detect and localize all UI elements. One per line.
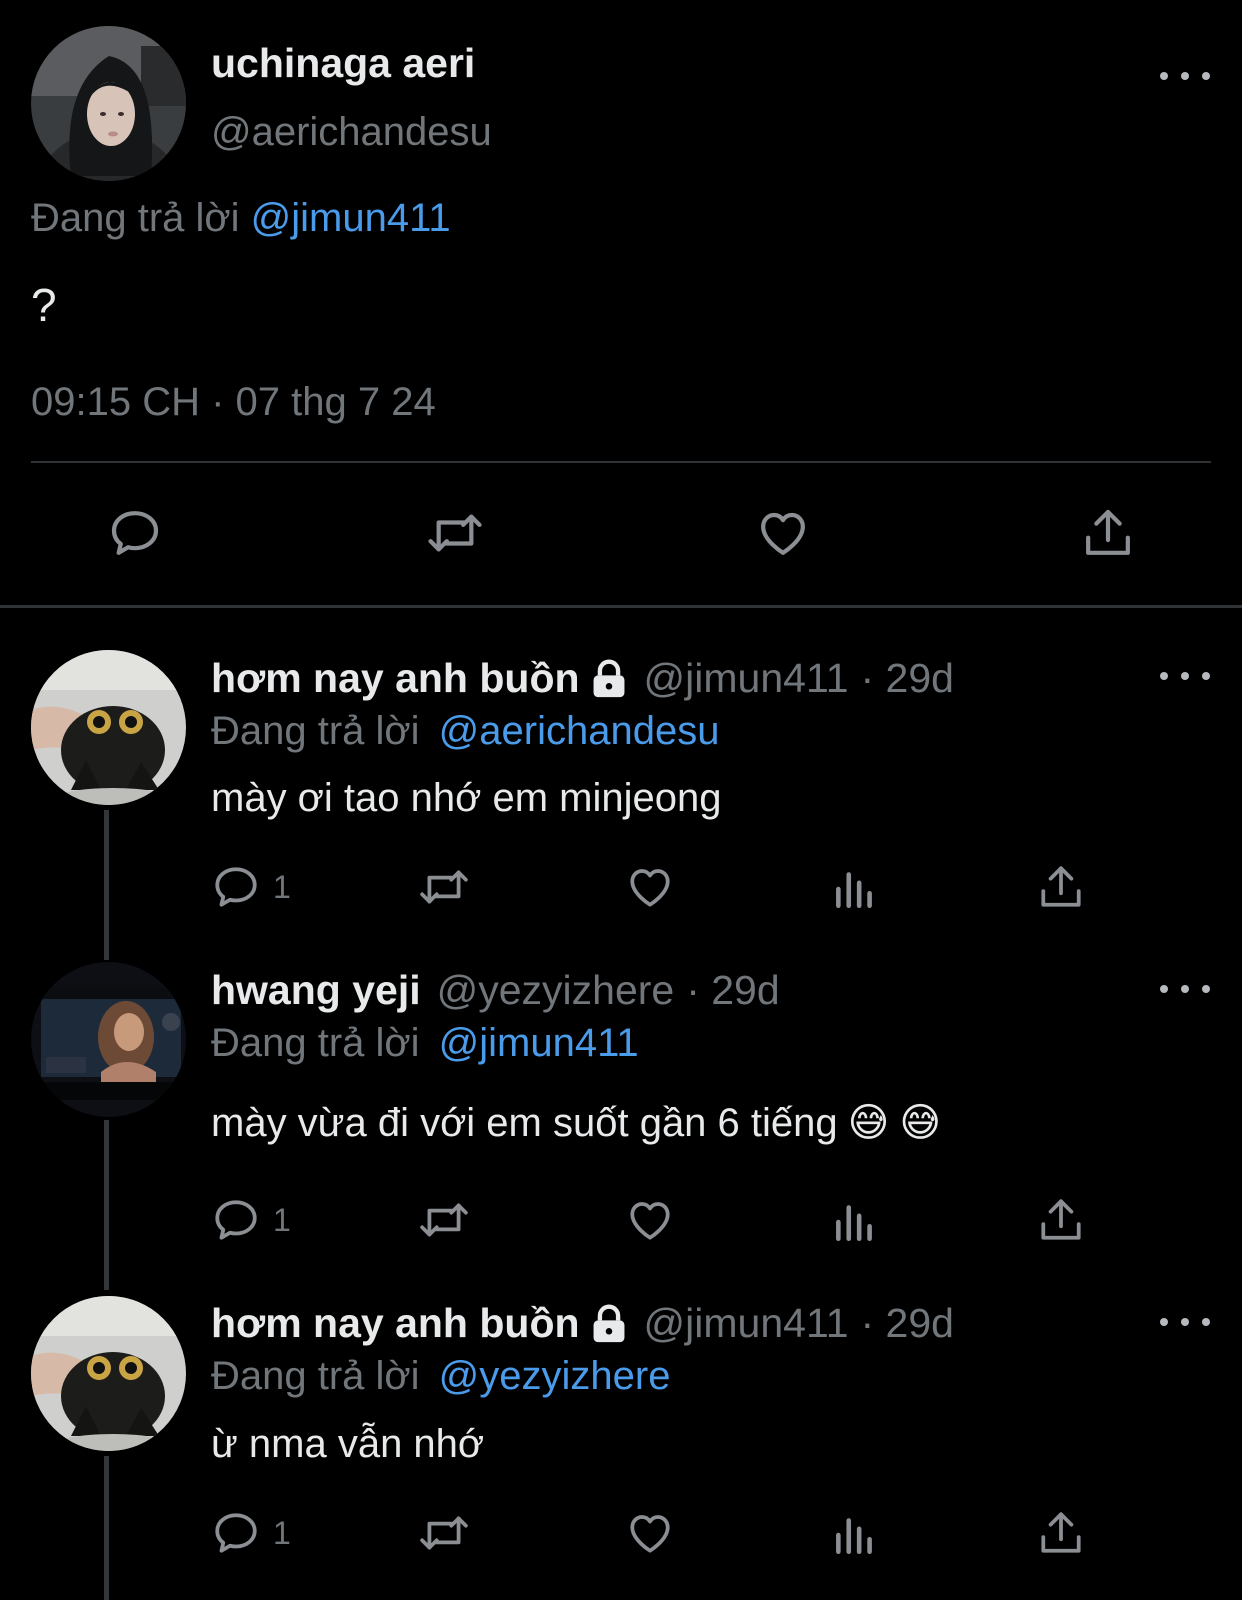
reply-icon[interactable]: 1 bbox=[211, 1508, 291, 1558]
share-icon[interactable] bbox=[1036, 1195, 1086, 1245]
share-icon[interactable] bbox=[1080, 505, 1136, 561]
avatar-reply-author[interactable] bbox=[31, 962, 186, 1117]
replying-to-line: Đang trả lời @yezyizhere bbox=[211, 1354, 670, 1399]
replying-prefix: Đang trả lời bbox=[211, 709, 420, 753]
reply-icon[interactable]: 1 bbox=[211, 1195, 291, 1245]
avatar-reply-author[interactable] bbox=[31, 650, 186, 805]
retweet-icon[interactable] bbox=[416, 1508, 472, 1558]
replying-to-line: Đang trả lời @jimun411 bbox=[31, 196, 451, 241]
author-display-name[interactable]: uchinaga aeri bbox=[211, 40, 475, 87]
author-handle[interactable]: @aerichandesu bbox=[211, 110, 492, 155]
reply-text: mày vừa đi với em suốt gần 6 tiếng bbox=[211, 1100, 838, 1145]
lock-icon bbox=[590, 1304, 628, 1344]
replying-to-mention[interactable]: @jimun411 bbox=[251, 196, 451, 240]
avatar-main-author[interactable] bbox=[31, 26, 186, 181]
like-icon[interactable] bbox=[625, 862, 675, 912]
avatar-reply-author[interactable] bbox=[31, 1296, 186, 1451]
reply-text-line: mày vừa đi với em suốt gần 6 tiếng 😅 😅 bbox=[211, 1100, 941, 1146]
sweat-smile-emoji-icon: 😅 bbox=[847, 1101, 890, 1145]
reply-display-name[interactable]: hwang yeji bbox=[211, 967, 421, 1014]
replying-prefix: Đang trả lời bbox=[211, 1021, 420, 1065]
replying-prefix: Đang trả lời bbox=[211, 1354, 420, 1398]
reply-display-name[interactable]: hơm nay anh buồn bbox=[211, 1300, 580, 1347]
thread-line bbox=[104, 810, 109, 960]
lock-icon bbox=[590, 659, 628, 699]
thread-line bbox=[104, 1120, 109, 1290]
replying-prefix: Đang trả lời bbox=[31, 196, 240, 240]
share-icon[interactable] bbox=[1036, 862, 1086, 912]
views-icon[interactable] bbox=[830, 862, 880, 912]
reply-header: hwang yeji @yezyizhere · 29d bbox=[211, 967, 780, 1014]
more-options-icon[interactable] bbox=[1160, 1310, 1210, 1334]
retweet-icon[interactable] bbox=[416, 1195, 472, 1245]
reply-count: 1 bbox=[273, 868, 291, 905]
divider bbox=[31, 461, 1211, 463]
tweet-timestamp[interactable]: 09:15 CH · 07 thg 7 24 bbox=[31, 380, 436, 425]
reply-count: 1 bbox=[273, 1201, 291, 1238]
views-icon[interactable] bbox=[830, 1195, 880, 1245]
more-options-icon[interactable] bbox=[1160, 664, 1210, 688]
tweet-text: ? bbox=[31, 279, 57, 331]
more-options-icon[interactable] bbox=[1160, 977, 1210, 1001]
like-icon[interactable] bbox=[625, 1195, 675, 1245]
retweet-icon[interactable] bbox=[424, 505, 486, 561]
replying-to-mention[interactable]: @jimun411 bbox=[439, 1021, 639, 1065]
reply-handle[interactable]: @jimun411 bbox=[644, 655, 849, 702]
reply-handle[interactable]: @jimun411 bbox=[644, 1300, 849, 1347]
replying-to-line: Đang trả lời @aerichandesu bbox=[211, 709, 719, 754]
reply-text: mày ơi tao nhớ em minjeong bbox=[211, 776, 722, 820]
replying-to-mention[interactable]: @yezyizhere bbox=[439, 1354, 671, 1398]
reply-icon[interactable]: 1 bbox=[211, 862, 291, 912]
thread-line bbox=[104, 1456, 109, 1600]
reply-time[interactable]: · 29d bbox=[686, 967, 779, 1014]
sweat-smile-emoji-icon: 😅 bbox=[899, 1101, 942, 1145]
retweet-icon[interactable] bbox=[416, 862, 472, 912]
reply-time[interactable]: · 29d bbox=[861, 655, 954, 702]
reply-icon[interactable] bbox=[107, 505, 163, 561]
reply-handle[interactable]: @yezyizhere bbox=[437, 967, 675, 1014]
more-options-icon[interactable] bbox=[1160, 64, 1210, 88]
section-divider bbox=[0, 605, 1242, 608]
share-icon[interactable] bbox=[1036, 1508, 1086, 1558]
like-icon[interactable] bbox=[754, 505, 812, 561]
views-icon[interactable] bbox=[830, 1508, 880, 1558]
reply-count: 1 bbox=[273, 1514, 291, 1551]
reply-header: hơm nay anh buồn @jimun411 · 29d bbox=[211, 655, 954, 702]
replying-to-mention[interactable]: @aerichandesu bbox=[439, 709, 720, 753]
replying-to-line: Đang trả lời @jimun411 bbox=[211, 1021, 639, 1066]
reply-time[interactable]: · 29d bbox=[861, 1300, 954, 1347]
like-icon[interactable] bbox=[625, 1508, 675, 1558]
reply-display-name[interactable]: hơm nay anh buồn bbox=[211, 655, 580, 702]
reply-text: ừ nma vẫn nhớ bbox=[211, 1422, 485, 1466]
reply-header: hơm nay anh buồn @jimun411 · 29d bbox=[211, 1300, 954, 1347]
